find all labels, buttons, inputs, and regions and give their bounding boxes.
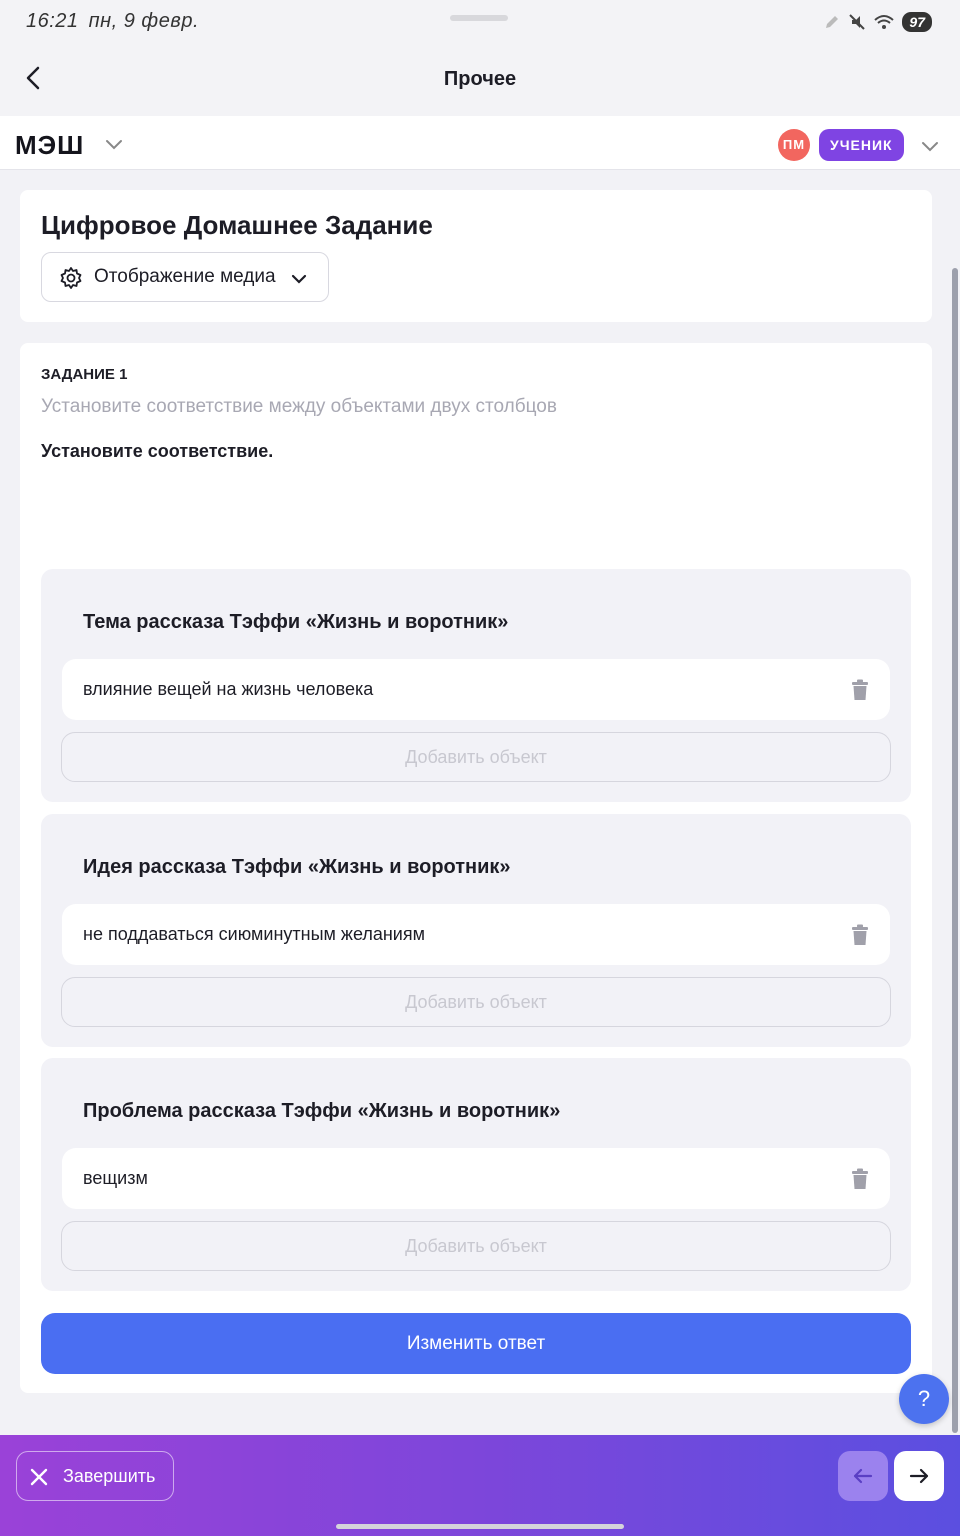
status-time: 16:21 пн, 9 февр. bbox=[26, 10, 199, 33]
media-display-button[interactable]: Отображение медиа bbox=[41, 252, 329, 302]
mute-icon bbox=[849, 14, 866, 30]
bottom-bar: Завершить bbox=[0, 1435, 960, 1536]
pen-icon bbox=[826, 16, 839, 28]
top-header: Прочее bbox=[0, 44, 960, 116]
chevron-down-icon bbox=[291, 274, 307, 284]
group-title: Проблема рассказа Тэффи «Жизнь и воротни… bbox=[83, 1100, 561, 1122]
trash-icon[interactable] bbox=[850, 679, 870, 701]
trash-icon[interactable] bbox=[850, 1168, 870, 1190]
answer-item[interactable]: не поддаваться сиюминутным желаниям bbox=[62, 904, 890, 965]
app-bar: МЭШ ПМ УЧЕНИК bbox=[0, 116, 960, 170]
arrow-right-icon bbox=[909, 1468, 929, 1484]
status-icons: 97 bbox=[824, 12, 932, 32]
status-bar: 16:21 пн, 9 февр. 97 bbox=[0, 0, 960, 44]
header-card: Цифровое Домашнее Задание Отображение ме… bbox=[20, 190, 932, 322]
chevron-down-icon[interactable] bbox=[104, 134, 124, 154]
arrow-left-icon bbox=[853, 1468, 873, 1484]
app-logo[interactable]: МЭШ bbox=[15, 130, 84, 161]
change-answer-button[interactable]: Изменить ответ bbox=[41, 1313, 911, 1374]
media-display-label: Отображение медиа bbox=[94, 266, 276, 287]
group-title: Тема рассказа Тэффи «Жизнь и воротник» bbox=[83, 611, 509, 633]
finish-label: Завершить bbox=[63, 1466, 156, 1486]
answer-item[interactable]: влияние вещей на жизнь человека bbox=[62, 659, 890, 720]
task-label: ЗАДАНИЕ 1 bbox=[41, 366, 128, 383]
home-indicator[interactable] bbox=[336, 1524, 624, 1529]
battery-indicator: 97 bbox=[902, 12, 932, 32]
answer-text: влияние вещей на жизнь человека bbox=[83, 679, 374, 699]
trash-icon[interactable] bbox=[850, 924, 870, 946]
page-title: Цифровое Домашнее Задание bbox=[41, 210, 433, 240]
wifi-icon bbox=[874, 15, 895, 29]
match-group-theme: Тема рассказа Тэффи «Жизнь и воротник» в… bbox=[41, 569, 911, 802]
add-object-button[interactable]: Добавить объект bbox=[61, 1221, 891, 1271]
status-date: пн, 9 февр. bbox=[88, 10, 200, 32]
gear-icon bbox=[60, 267, 82, 289]
group-title: Идея рассказа Тэффи «Жизнь и воротник» bbox=[83, 856, 511, 878]
finish-button[interactable]: Завершить bbox=[16, 1451, 174, 1501]
chevron-down-icon[interactable] bbox=[920, 136, 940, 156]
task-card: ЗАДАНИЕ 1 Установите соответствие между … bbox=[20, 343, 932, 1393]
scrollbar[interactable] bbox=[952, 268, 958, 1433]
task-hint: Установите соответствие между объектами … bbox=[41, 396, 557, 417]
role-badge[interactable]: УЧЕНИК bbox=[819, 129, 904, 161]
header-title: Прочее bbox=[443, 68, 517, 90]
answer-text: вещизм bbox=[83, 1168, 148, 1188]
next-button[interactable] bbox=[894, 1451, 944, 1501]
answer-text: не поддаваться сиюминутным желаниям bbox=[83, 924, 425, 944]
avatar[interactable]: ПМ bbox=[778, 129, 810, 161]
match-group-problem: Проблема рассказа Тэффи «Жизнь и воротни… bbox=[41, 1058, 911, 1291]
answer-item[interactable]: вещизм bbox=[62, 1148, 890, 1209]
status-notch bbox=[450, 15, 508, 21]
match-group-idea: Идея рассказа Тэффи «Жизнь и воротник» н… bbox=[41, 814, 911, 1047]
status-clock: 16:21 bbox=[26, 10, 79, 32]
add-object-button[interactable]: Добавить объект bbox=[61, 732, 891, 782]
close-icon bbox=[30, 1468, 48, 1486]
help-button[interactable]: ? bbox=[899, 1374, 949, 1424]
task-instruction: Установите соответствие. bbox=[41, 441, 274, 461]
previous-button[interactable] bbox=[838, 1451, 888, 1501]
add-object-button[interactable]: Добавить объект bbox=[61, 977, 891, 1027]
